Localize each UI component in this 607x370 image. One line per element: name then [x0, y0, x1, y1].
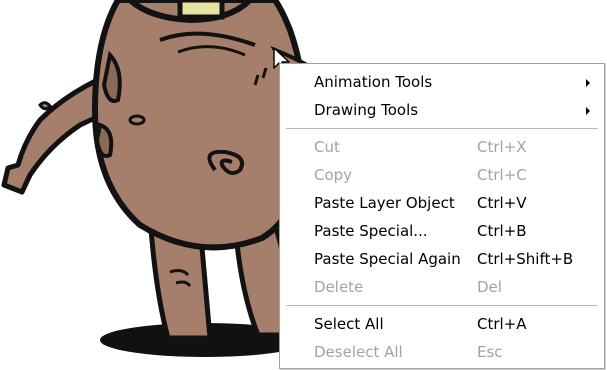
menu-item-shortcut: Ctrl+A — [477, 315, 527, 333]
character-tooth — [177, 0, 225, 20]
menu-item-paste-layer-object[interactable]: Paste Layer Object Ctrl+V — [280, 189, 604, 217]
menu-item-label: Animation Tools — [314, 73, 433, 91]
chevron-right-icon — [586, 79, 590, 87]
menu-item-label: Deselect All — [314, 343, 403, 361]
menu-separator — [286, 128, 598, 129]
menu-item-shortcut: Ctrl+C — [477, 166, 527, 184]
menu-item-label: Paste Layer Object — [314, 194, 455, 212]
menu-item-label: Paste Special Again — [314, 250, 461, 268]
menu-item-label: Copy — [314, 166, 353, 184]
menu-item-delete[interactable]: Delete Del — [280, 273, 604, 301]
menu-item-shortcut: Ctrl+X — [477, 138, 527, 156]
context-menu: Animation Tools Drawing Tools Cut Ctrl+X… — [279, 63, 605, 369]
menu-item-label: Paste Special... — [314, 222, 428, 240]
menu-item-cut[interactable]: Cut Ctrl+X — [280, 133, 604, 161]
menu-item-animation-tools[interactable]: Animation Tools — [280, 68, 604, 96]
menu-item-shortcut: Ctrl+Shift+B — [477, 250, 574, 268]
menu-item-paste-special[interactable]: Paste Special... Ctrl+B — [280, 217, 604, 245]
menu-item-shortcut: Esc — [477, 343, 503, 361]
drawing-canvas[interactable]: Animation Tools Drawing Tools Cut Ctrl+X… — [0, 0, 607, 370]
menu-item-label: Delete — [314, 278, 364, 296]
menu-item-label: Drawing Tools — [314, 101, 419, 119]
menu-item-drawing-tools[interactable]: Drawing Tools — [280, 96, 604, 124]
menu-item-select-all[interactable]: Select All Ctrl+A — [280, 310, 604, 338]
menu-item-copy[interactable]: Copy Ctrl+C — [280, 161, 604, 189]
menu-item-label: Select All — [314, 315, 384, 333]
menu-separator — [286, 305, 598, 306]
menu-item-shortcut: Ctrl+B — [477, 222, 527, 240]
menu-item-label: Cut — [314, 138, 340, 156]
menu-item-deselect-all[interactable]: Deselect All Esc — [280, 338, 604, 366]
menu-item-shortcut: Del — [477, 278, 502, 296]
menu-item-paste-special-again[interactable]: Paste Special Again Ctrl+Shift+B — [280, 245, 604, 273]
menu-item-shortcut: Ctrl+V — [477, 194, 527, 212]
character-body — [92, 0, 309, 251]
body-spot-arc — [94, 122, 114, 158]
chevron-right-icon — [586, 107, 590, 115]
arm-knot — [38, 101, 52, 111]
